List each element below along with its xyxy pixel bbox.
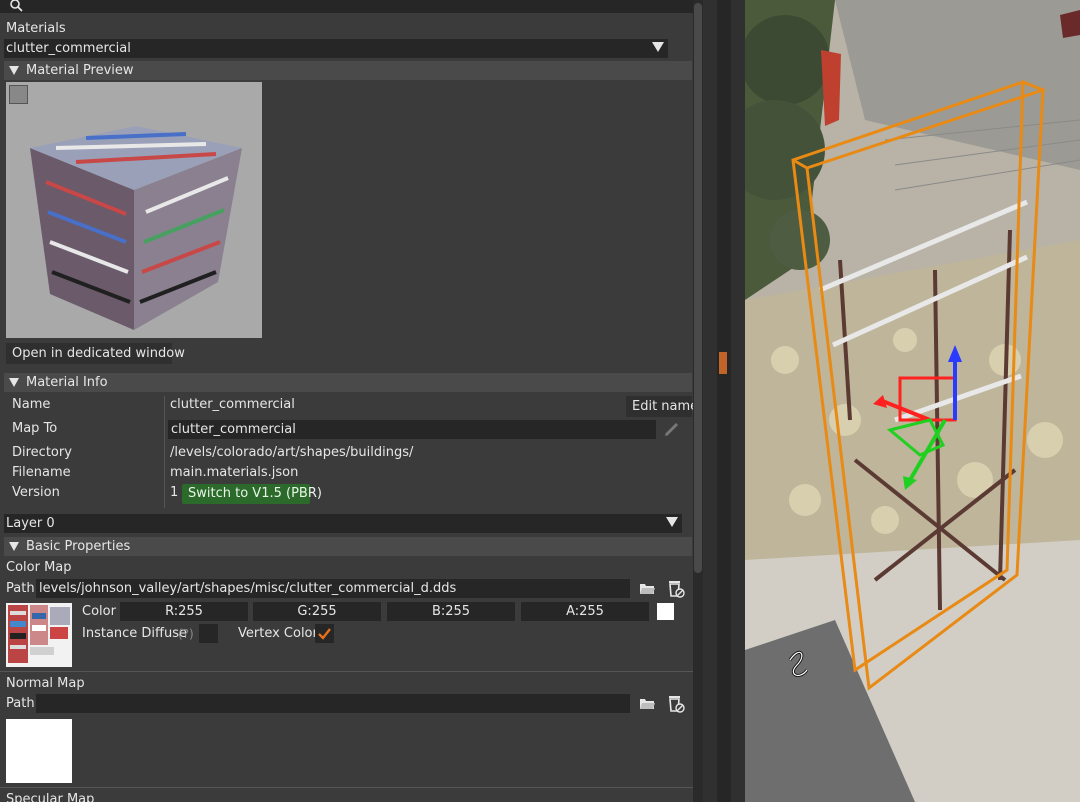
material-info-title: Material Info	[26, 375, 108, 390]
material-info-header[interactable]: Material Info	[4, 373, 692, 392]
color-map-path-value: levels/johnson_valley/art/shapes/misc/cl…	[39, 581, 457, 596]
collapse-triangle-icon	[9, 542, 19, 551]
version-value: 1	[170, 485, 179, 500]
color-map-title: Color Map	[6, 560, 72, 575]
panel-scrollbar[interactable]	[693, 0, 703, 802]
folder-open-icon[interactable]	[639, 581, 656, 595]
scrollbar-thumb[interactable]	[694, 3, 702, 573]
switch-to-pbr-button[interactable]: Switch to V1.5 (PBR)	[182, 484, 322, 504]
folder-open-icon[interactable]	[639, 696, 656, 710]
3d-viewport[interactable]	[745, 0, 1080, 802]
filename-label: Filename	[12, 465, 71, 480]
search-icon[interactable]	[9, 0, 23, 12]
map-to-value: clutter_commercial	[171, 422, 296, 437]
materials-selected: clutter_commercial	[6, 41, 131, 56]
instance-diffuse-label: Instance Diffuse	[82, 626, 188, 641]
checkmark-icon	[318, 628, 331, 640]
color-map-path-input[interactable]: levels/johnson_valley/art/shapes/misc/cl…	[36, 579, 630, 598]
version-label: Version	[12, 485, 60, 500]
chevron-down-icon	[652, 42, 664, 52]
color-label: Color	[82, 604, 116, 619]
color-r-value: R:255	[165, 604, 203, 619]
switch-to-pbr-label: Switch to V1.5 (PBR)	[188, 486, 322, 501]
color-r-input[interactable]: R:255	[120, 602, 248, 621]
pencil-icon[interactable]	[663, 420, 681, 438]
scene-render	[745, 0, 1080, 802]
preview-cube	[30, 126, 242, 330]
edit-name-button[interactable]: Edit name	[626, 396, 693, 417]
open-dedicated-window-button[interactable]: Open in dedicated window	[6, 343, 185, 364]
splitter-handle[interactable]	[719, 352, 727, 374]
name-value: clutter_commercial	[170, 397, 295, 412]
search-bar[interactable]	[0, 0, 693, 13]
basic-properties-header[interactable]: Basic Properties	[4, 537, 692, 556]
open-dedicated-window-label: Open in dedicated window	[12, 346, 185, 361]
specular-map-title: Specular Map	[6, 792, 95, 802]
layer-selected: Layer 0	[6, 516, 55, 531]
color-b-input[interactable]: B:255	[387, 602, 515, 621]
edit-name-label: Edit name	[632, 399, 693, 414]
collapse-triangle-icon	[9, 378, 19, 387]
delete-texture-icon[interactable]	[667, 694, 685, 713]
normal-map-thumbnail[interactable]	[6, 719, 72, 783]
material-editor-panel: Materials clutter_commercial Material Pr…	[0, 0, 693, 802]
color-a-value: A:255	[566, 604, 604, 619]
color-b-value: B:255	[431, 604, 471, 619]
vertex-color-label: Vertex Color	[238, 626, 318, 641]
splitter-track[interactable]	[717, 0, 731, 802]
normal-map-path-input[interactable]	[36, 694, 630, 713]
help-icon[interactable]: (?)	[178, 627, 194, 641]
color-map-thumbnail[interactable]	[6, 603, 72, 667]
materials-dropdown[interactable]: clutter_commercial	[4, 39, 668, 58]
material-preview-image[interactable]	[6, 82, 262, 338]
collapse-triangle-icon	[9, 66, 19, 75]
normal-map-title: Normal Map	[6, 676, 85, 691]
material-preview-title: Material Preview	[26, 63, 134, 78]
directory-label: Directory	[12, 445, 72, 460]
color-map-path-label: Path	[6, 581, 35, 596]
delete-texture-icon[interactable]	[667, 579, 685, 598]
filename-value: main.materials.json	[170, 465, 299, 480]
chevron-down-icon	[666, 517, 678, 527]
materials-label: Materials	[6, 21, 66, 36]
basic-properties-title: Basic Properties	[26, 539, 131, 554]
vertex-color-checkbox[interactable]	[315, 624, 334, 643]
section-separator	[0, 671, 693, 672]
color-g-input[interactable]: G:255	[253, 602, 381, 621]
instance-diffuse-checkbox[interactable]	[199, 624, 218, 643]
color-a-input[interactable]: A:255	[521, 602, 649, 621]
column-divider	[164, 396, 165, 508]
directory-value: /levels/colorado/art/shapes/buildings/	[170, 445, 414, 460]
name-label: Name	[12, 397, 51, 412]
layer-dropdown[interactable]: Layer 0	[4, 514, 682, 533]
map-to-label: Map To	[12, 421, 58, 436]
texture-thumbnail-image	[8, 605, 70, 663]
material-preview-header[interactable]: Material Preview	[4, 61, 692, 80]
splitter-column	[703, 0, 745, 802]
normal-map-path-label: Path	[6, 696, 35, 711]
color-g-value: G:255	[297, 604, 337, 619]
section-separator	[0, 787, 693, 788]
map-to-input[interactable]: clutter_commercial	[168, 420, 656, 439]
color-swatch[interactable]	[657, 603, 674, 620]
